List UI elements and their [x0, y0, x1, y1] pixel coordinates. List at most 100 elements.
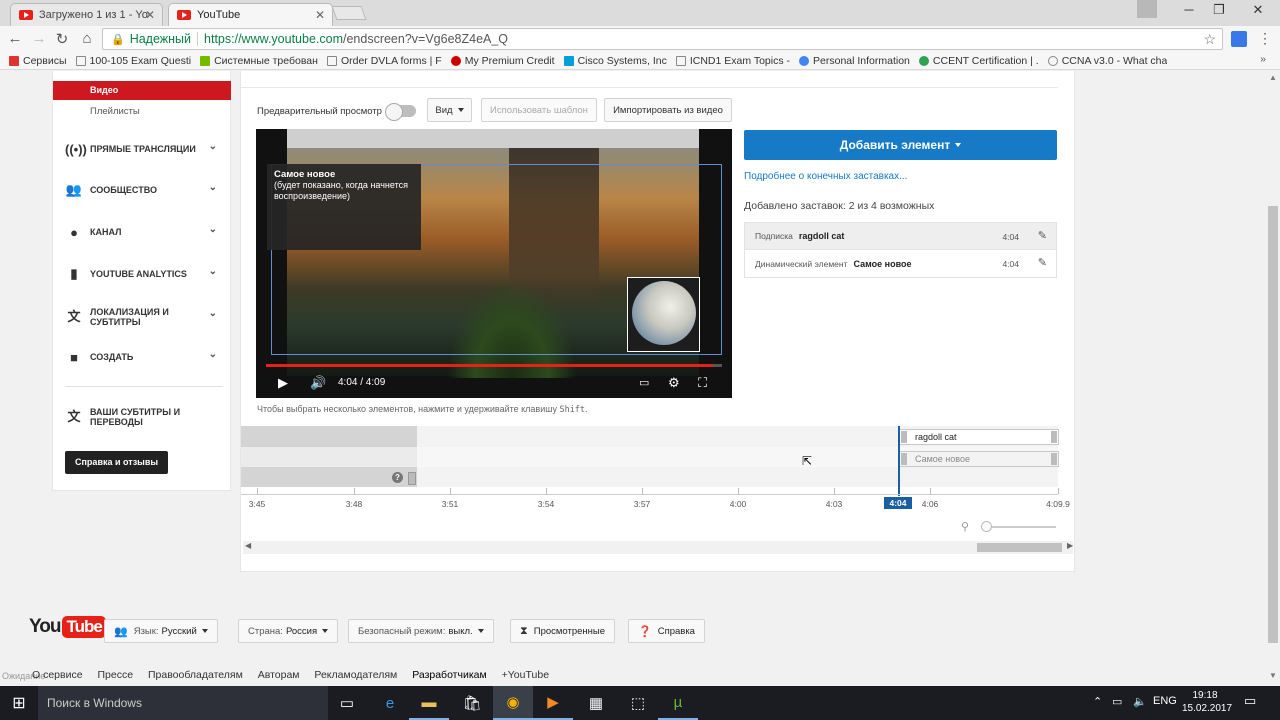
- bookmark-item[interactable]: ICND1 Exam Topics -: [675, 55, 790, 67]
- tray-arrow-icon[interactable]: ⌃: [1093, 695, 1102, 708]
- new-tab-button[interactable]: [331, 6, 367, 20]
- taskbar-clock[interactable]: 19:18 15.02.2017: [1182, 689, 1232, 715]
- sidebar-item-localization[interactable]: 文 ЛОКАЛИЗАЦИЯ И СУБТИТРЫ ⌄: [65, 305, 225, 329]
- footer-link[interactable]: Правообладателям: [148, 669, 243, 681]
- tab-youtube[interactable]: YouTube ✕: [168, 3, 333, 26]
- profile-icon[interactable]: [1137, 0, 1157, 18]
- help-feedback-button[interactable]: Справка и отзывы: [65, 451, 169, 474]
- video-preview[interactable]: Самое новое (будет показано, когда начне…: [256, 129, 732, 398]
- endscreen-video-element[interactable]: Самое новое (будет показано, когда начне…: [267, 164, 421, 250]
- forward-icon[interactable]: →: [30, 30, 48, 47]
- browser-menu-icon[interactable]: ⋮: [1258, 30, 1272, 47]
- back-icon[interactable]: ←: [6, 30, 24, 47]
- timeline-playhead[interactable]: [898, 426, 900, 496]
- volume-icon[interactable]: 🔊: [310, 375, 326, 391]
- footer-link[interactable]: Прессе: [97, 669, 133, 681]
- timeline-start-handle[interactable]: [408, 472, 416, 485]
- chrome-icon[interactable]: ◉: [493, 686, 533, 720]
- settings-gear-icon[interactable]: ⚙: [668, 375, 680, 391]
- close-window-icon[interactable]: ✕: [1243, 2, 1273, 18]
- sidebar-item-playlists[interactable]: Плейлисты: [90, 106, 140, 117]
- minimize-icon[interactable]: ─: [1174, 2, 1204, 17]
- sidebar-item-analytics[interactable]: ▮ YOUTUBE ANALYTICS ⌄: [65, 264, 225, 284]
- preview-toggle[interactable]: [385, 103, 416, 121]
- language-button[interactable]: 👥 Язык: Русский: [104, 619, 218, 643]
- play-icon[interactable]: ▶: [278, 375, 288, 391]
- page-scrollbar[interactable]: ▲ ▼: [1266, 71, 1280, 685]
- footer-link[interactable]: О сервисе: [32, 669, 83, 681]
- video-progress-bar[interactable]: [266, 364, 722, 367]
- zoom-slider-knob[interactable]: [981, 521, 992, 532]
- tab-uploaded[interactable]: Загружено 1 из 1 - YouTube ✕: [10, 3, 163, 26]
- bookmark-item[interactable]: Системные требован: [200, 55, 318, 67]
- element-row-dynamic[interactable]: Динамический элемент Самое новое 4:04 ✎: [745, 250, 1056, 277]
- maximize-icon[interactable]: ❐: [1204, 2, 1234, 18]
- task-view-icon[interactable]: ▭: [327, 686, 367, 720]
- edge-icon[interactable]: e: [370, 686, 410, 720]
- add-element-button[interactable]: Добавить элемент: [744, 130, 1057, 160]
- close-tab-icon[interactable]: ✕: [315, 8, 325, 22]
- sidebar-item-live[interactable]: ((•)) ПРЯМЫЕ ТРАНСЛЯЦИИ ⌄: [65, 139, 225, 159]
- scroll-right-icon[interactable]: ▶: [1067, 541, 1073, 550]
- bookmark-star-icon[interactable]: ☆: [1203, 31, 1216, 48]
- close-tab-icon[interactable]: ✕: [145, 8, 155, 22]
- bookmark-item[interactable]: CCNA v3.0 - What cha: [1047, 55, 1167, 67]
- scroll-up-icon[interactable]: ▲: [1269, 73, 1277, 82]
- help-button[interactable]: ❓ Справка: [628, 619, 705, 643]
- file-explorer-icon[interactable]: ▬: [409, 686, 449, 720]
- import-from-video-button[interactable]: Импортировать из видео: [604, 98, 732, 122]
- address-bar[interactable]: 🔒 Надежный https://www.youtube.com/endsc…: [102, 28, 1223, 50]
- footer-link[interactable]: Разработчикам: [412, 669, 487, 681]
- bookmark-item[interactable]: My Premium Credit: [450, 55, 555, 67]
- edit-pencil-icon[interactable]: ✎: [1038, 229, 1047, 242]
- sidebar-item-your-subtitles[interactable]: 文 ВАШИ СУБТИТРЫ И ПЕРЕВОДЫ: [65, 405, 225, 429]
- reload-icon[interactable]: ↻: [53, 30, 71, 48]
- scroll-left-icon[interactable]: ◀: [245, 541, 251, 550]
- use-template-button[interactable]: Использовать шаблон: [481, 98, 597, 122]
- fullscreen-icon[interactable]: ⛶: [698, 375, 707, 391]
- bookmark-item[interactable]: Personal Information: [799, 55, 910, 67]
- footer-link[interactable]: Авторам: [258, 669, 300, 681]
- timeline[interactable]: ? ragdoll cat Самое новое ⇱: [241, 426, 1059, 496]
- element-row-subscribe[interactable]: Подписка ragdoll cat 4:04 ✎: [745, 223, 1056, 250]
- endscreen-subscribe-element[interactable]: [627, 277, 700, 352]
- media-player-icon[interactable]: ▶: [533, 686, 573, 720]
- sidebar-item-community[interactable]: 👥 СООБЩЕСТВО ⌄: [65, 180, 225, 200]
- tray-volume-icon[interactable]: 🔈: [1133, 695, 1147, 708]
- edit-pencil-icon[interactable]: ✎: [1038, 256, 1047, 269]
- timeline-track-subscribe[interactable]: ragdoll cat: [899, 429, 1059, 445]
- windows-start-icon[interactable]: ⊞: [0, 686, 38, 720]
- store-icon[interactable]: 🛍: [452, 686, 492, 720]
- footer-link[interactable]: Рекламодателям: [314, 669, 397, 681]
- safety-mode-button[interactable]: Безопасный режим: выкл.: [348, 619, 494, 643]
- page-scroll-thumb[interactable]: [1268, 206, 1278, 643]
- tray-language[interactable]: ENG: [1153, 695, 1177, 707]
- sidebar-item-channel[interactable]: ● КАНАЛ ⌄: [65, 222, 225, 242]
- youtube-logo[interactable]: You Tube: [29, 616, 106, 638]
- more-bookmarks-icon[interactable]: »: [1260, 53, 1266, 65]
- view-button[interactable]: Вид: [427, 98, 472, 122]
- sidebar-item-videos[interactable]: Видео: [53, 81, 231, 100]
- zoom-slider-track[interactable]: [984, 526, 1056, 528]
- bookmark-item[interactable]: CCENT Certification | .: [918, 55, 1039, 67]
- timeline-track-dynamic[interactable]: Самое новое: [899, 451, 1059, 467]
- taskbar-search[interactable]: Поиск в Windows: [38, 686, 328, 720]
- country-button[interactable]: Страна: Россия: [238, 619, 339, 643]
- scroll-down-icon[interactable]: ▼: [1269, 671, 1277, 680]
- footer-link[interactable]: +YouTube: [502, 669, 549, 681]
- bookmark-item[interactable]: 100-105 Exam Questi: [75, 55, 191, 67]
- bookmark-item[interactable]: Cisco Systems, Inc: [563, 55, 667, 67]
- sidebar-item-create[interactable]: ■ СОЗДАТЬ ⌄: [65, 347, 225, 367]
- bookmark-item[interactable]: Order DVLA forms | F: [326, 55, 442, 67]
- timeline-scroll-thumb[interactable]: [977, 543, 1062, 552]
- calculator-icon[interactable]: ▦: [576, 686, 616, 720]
- history-button[interactable]: ⧗ Просмотренные: [510, 619, 616, 643]
- notifications-icon[interactable]: ▭: [1244, 693, 1256, 709]
- gns3-icon[interactable]: ⬚: [618, 686, 658, 720]
- timeline-scrollbar[interactable]: ◀ ▶: [243, 541, 1073, 554]
- extension-icon[interactable]: [1231, 31, 1247, 47]
- subtitles-icon[interactable]: ▭: [639, 376, 649, 389]
- bookmark-item[interactable]: Сервисы: [9, 55, 67, 67]
- learn-more-link[interactable]: Подробнее о конечных заставках...: [744, 171, 907, 182]
- home-icon[interactable]: ⌂: [78, 30, 96, 47]
